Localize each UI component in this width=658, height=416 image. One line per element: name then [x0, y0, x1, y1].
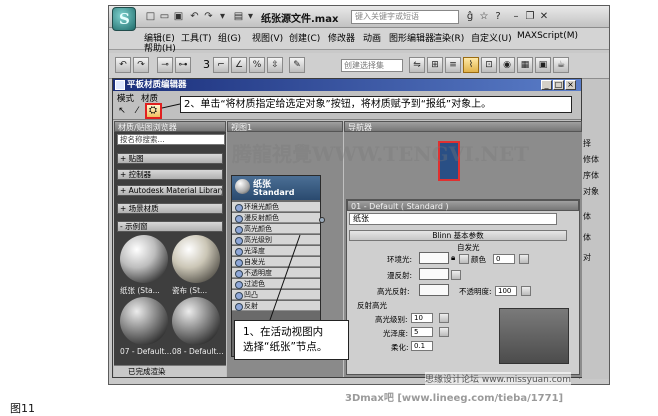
callout-step2: 2、单击“将材质指定给选定对象”按钮，将材质赋予到“报纸”对象上。: [180, 96, 572, 113]
callout-arrow-line: [161, 103, 181, 109]
footer-watermark: 3Dmax吧 [www.lineeg.com/tieba/1771]: [345, 393, 564, 404]
figure-label: 图11: [10, 402, 35, 415]
screenshot-stage: □ ▭ ▣ ↶ ↷ ▾ ▤ ▾ 纸张源文件.max 键入关键字或短语 ĝ ☆ ?…: [0, 0, 658, 415]
callout-step1: 1、在活动视图内 选择“纸张”节点。: [234, 320, 349, 360]
callout-step1-line1: 1、在活动视图内: [243, 326, 324, 338]
watermark-bottom-right: 思缘设计论坛 www.missyuan.com: [425, 372, 571, 385]
app-logo[interactable]: S: [112, 7, 136, 31]
callout-step1-line2: 选择“纸张”节点。: [243, 341, 328, 353]
callout-arrow-line: [269, 234, 301, 321]
